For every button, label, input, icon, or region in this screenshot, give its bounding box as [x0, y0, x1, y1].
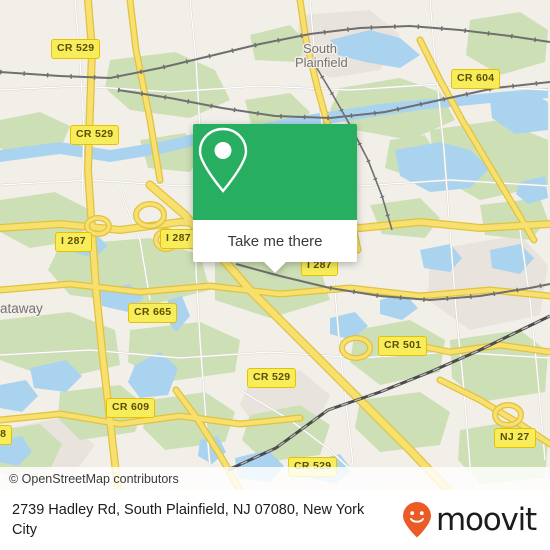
- road-shield-cr618-cut: 18: [0, 425, 13, 445]
- address-text: 2739 Hadley Rd, South Plainfield, NJ 070…: [12, 502, 365, 538]
- road-shield-i287-w: I 287: [55, 232, 92, 252]
- location-popup[interactable]: Take me there: [193, 124, 357, 273]
- map-pin-icon: [198, 127, 248, 193]
- popup-action-bar[interactable]: Take me there: [193, 220, 357, 273]
- map-attribution-bar: © OpenStreetMap contributors: [0, 467, 550, 490]
- road-shield-cr609: CR 609: [106, 398, 156, 418]
- osm-attribution-text[interactable]: © OpenStreetMap contributors: [0, 472, 179, 486]
- popup-pointer-tail: [264, 262, 286, 273]
- road-shield-cr501: CR 501: [378, 336, 428, 356]
- road-shield-i287-c: I 287: [160, 229, 197, 249]
- footer-bar: 2739 Hadley Rd, South Plainfield, NJ 070…: [0, 490, 550, 550]
- moovit-logo[interactable]: moovit: [402, 501, 537, 539]
- road-shield-cr604: CR 604: [451, 69, 501, 89]
- road-shield-cr529-nw: CR 529: [51, 39, 101, 59]
- take-me-there-label: Take me there: [227, 232, 323, 250]
- map-canvas[interactable]: South Plainfield ataway CR 529 CR 604 CR…: [0, 0, 550, 490]
- road-shield-cr665: CR 665: [128, 303, 178, 323]
- road-shield-cr529-s: CR 529: [247, 368, 297, 388]
- map-screenshot-root: South Plainfield ataway CR 529 CR 604 CR…: [0, 0, 550, 550]
- road-shield-nj27: NJ 27: [494, 428, 536, 448]
- moovit-wordmark: moovit: [435, 501, 537, 538]
- road-shield-cr529-w: CR 529: [70, 125, 120, 145]
- moovit-smiley-pin-icon: [402, 502, 431, 538]
- popup-image-area: [193, 124, 357, 220]
